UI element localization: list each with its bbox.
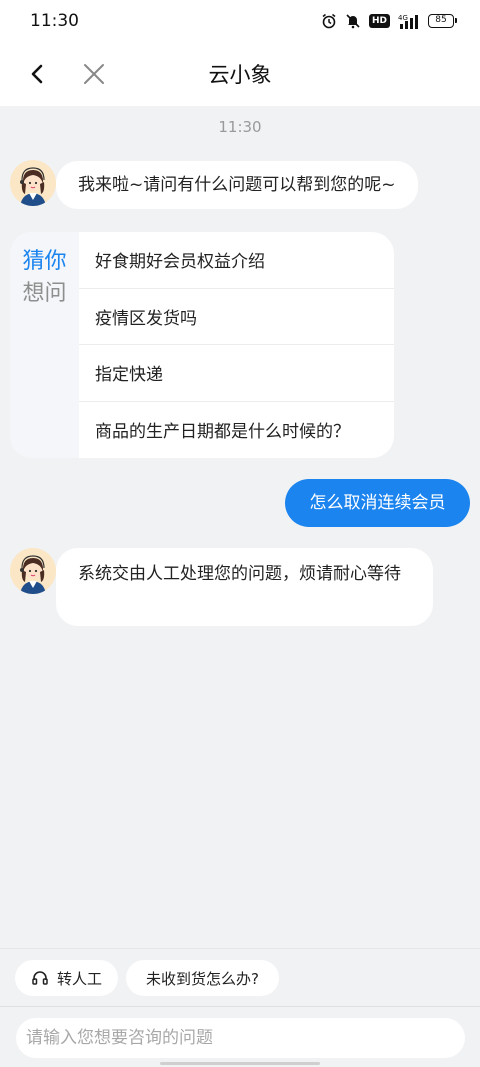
headset-icon bbox=[32, 971, 48, 985]
bot-avatar bbox=[10, 548, 56, 594]
assistant-avatar-icon bbox=[10, 548, 56, 594]
chat-screen: 11:30 HD 4G 85 云小象 11:30 我来啦~请问有什么问题可以帮到… bbox=[0, 0, 480, 1067]
svg-text:4G: 4G bbox=[398, 14, 408, 22]
bot-reply-text: 系统交由人工处理您的问题，烦请耐心等待 bbox=[78, 564, 401, 584]
user-message-bubble: 怎么取消连续会员 bbox=[285, 479, 470, 527]
suggested-question-item[interactable]: 指定快递 bbox=[79, 345, 394, 402]
assistant-avatar-icon bbox=[10, 160, 56, 206]
suggested-questions-label: 猜你 想问 bbox=[10, 232, 79, 458]
page-title: 云小象 bbox=[208, 63, 272, 87]
suggested-label-line1: 猜你 bbox=[22, 249, 67, 274]
mute-bell-icon bbox=[346, 14, 360, 29]
alarm-icon bbox=[322, 13, 336, 29]
transfer-human-label: 转人工 bbox=[57, 969, 103, 988]
bot-avatar bbox=[10, 160, 56, 206]
suggested-questions-list: 好食期好会员权益介绍 疫情区发货吗 指定快递 商品的生产日期都是什么时候的？ bbox=[79, 232, 394, 458]
status-icons: HD 4G 85 bbox=[321, 13, 457, 29]
user-message-text: 怎么取消连续会员 bbox=[309, 493, 446, 513]
suggested-questions-card: 猜你 想问 好食期好会员权益介绍 疫情区发货吗 指定快递 商品的生产日期都是什么… bbox=[10, 232, 394, 458]
chat-timestamp: 11:30 bbox=[218, 118, 262, 136]
suggested-question-item[interactable]: 商品的生产日期都是什么时候的？ bbox=[79, 402, 394, 459]
quick-actions-bar: 转人工 未收到货怎么办? bbox=[0, 948, 480, 1006]
bot-greeting-bubble: 我来啦~请问有什么问题可以帮到您的呢~ bbox=[56, 161, 418, 209]
battery-icon: 85 bbox=[428, 14, 457, 28]
hd-badge: HD bbox=[368, 14, 390, 28]
status-bar: 11:30 HD 4G 85 bbox=[0, 0, 480, 42]
bot-reply-bubble: 系统交由人工处理您的问题，烦请耐心等待 bbox=[56, 548, 433, 626]
transfer-human-button[interactable]: 转人工 bbox=[15, 960, 118, 996]
close-icon[interactable] bbox=[82, 62, 106, 86]
4g-signal-icon: 4G bbox=[398, 14, 418, 29]
home-indicator bbox=[160, 1062, 320, 1065]
chat-header: 云小象 bbox=[0, 42, 480, 106]
not-received-button[interactable]: 未收到货怎么办? bbox=[126, 960, 279, 996]
input-area bbox=[0, 1006, 480, 1067]
status-time: 11:30 bbox=[30, 11, 79, 31]
suggested-question-item[interactable]: 好食期好会员权益介绍 bbox=[79, 232, 394, 289]
bot-greeting-text: 我来啦~请问有什么问题可以帮到您的呢~ bbox=[78, 175, 396, 195]
not-received-label: 未收到货怎么办? bbox=[146, 969, 259, 988]
suggested-label-line2: 想问 bbox=[22, 281, 67, 306]
chevron-left-icon[interactable] bbox=[26, 62, 50, 86]
message-input[interactable] bbox=[16, 1018, 465, 1058]
suggested-question-item[interactable]: 疫情区发货吗 bbox=[79, 289, 394, 345]
